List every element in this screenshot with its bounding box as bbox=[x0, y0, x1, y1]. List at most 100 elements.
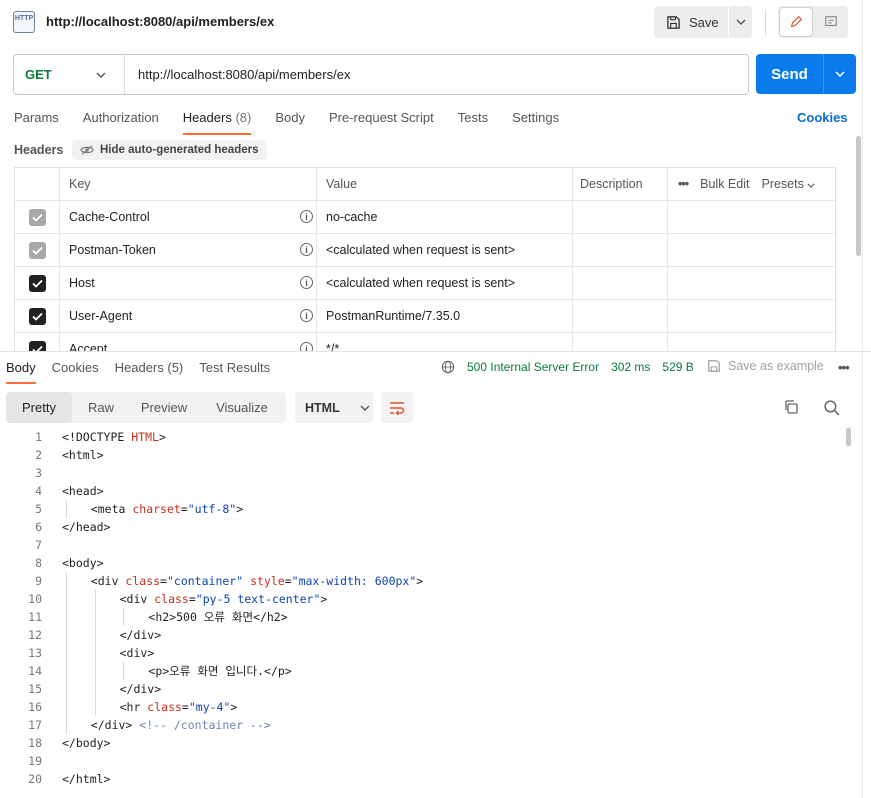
header-value: no-cache bbox=[326, 210, 378, 224]
indent-guide bbox=[94, 608, 96, 626]
bulk-edit-button[interactable]: Bulk Edit bbox=[700, 177, 749, 191]
info-icon[interactable]: i bbox=[300, 243, 313, 256]
header-value-cell[interactable]: */* bbox=[317, 333, 573, 351]
send-options-button[interactable] bbox=[824, 71, 856, 77]
header-value-cell[interactable]: <calculated when request is sent> bbox=[317, 234, 573, 266]
description-input[interactable] bbox=[573, 201, 668, 233]
more-options-icon[interactable]: ••• bbox=[678, 177, 689, 191]
header-key-cell[interactable]: Host i bbox=[60, 267, 317, 299]
method-select[interactable]: GET bbox=[14, 55, 125, 94]
header-key-cell[interactable]: Postman-Token i bbox=[60, 234, 317, 266]
table-row: User-Agent i PostmanRuntime/7.35.0 bbox=[15, 300, 835, 333]
scrollbar[interactable] bbox=[856, 136, 861, 256]
header-description-cell[interactable] bbox=[573, 333, 835, 351]
response-tab-cookies[interactable]: Cookies bbox=[52, 360, 99, 384]
response-tab-headers[interactable]: Headers (5) bbox=[115, 360, 184, 384]
copy-button[interactable] bbox=[783, 399, 799, 418]
view-tab-pretty[interactable]: Pretty bbox=[6, 392, 72, 423]
save-label: Save bbox=[689, 14, 719, 30]
code-token: <div bbox=[90, 574, 126, 588]
send-button[interactable]: Send bbox=[756, 54, 856, 94]
response-size[interactable]: 529 B bbox=[662, 360, 693, 374]
tab-label: Tests bbox=[457, 110, 489, 125]
tab-settings[interactable]: Settings bbox=[512, 110, 559, 135]
header-value: <calculated when request is sent> bbox=[326, 243, 516, 257]
docs-mode-button[interactable] bbox=[814, 6, 848, 38]
indent-guide bbox=[94, 590, 96, 608]
chevron-down-icon bbox=[736, 19, 745, 25]
more-options-icon[interactable]: ••• bbox=[838, 360, 850, 375]
response-time[interactable]: 302 ms bbox=[611, 360, 650, 374]
code-line: 16 <hr class="my-4"> bbox=[0, 698, 840, 716]
code-token: <p> bbox=[148, 664, 170, 678]
code-token: </div> bbox=[119, 682, 162, 696]
view-tab-raw[interactable]: Raw bbox=[72, 392, 130, 423]
header-key-cell[interactable]: Cache-Control i bbox=[60, 201, 317, 233]
globe-icon[interactable] bbox=[441, 360, 455, 374]
header-value-cell[interactable]: <calculated when request is sent> bbox=[317, 267, 573, 299]
table-header-row: Key Value Description ••• Bulk Edit Pres… bbox=[15, 168, 835, 201]
description-input[interactable] bbox=[573, 333, 668, 351]
indent-guide bbox=[66, 680, 67, 698]
search-button[interactable] bbox=[823, 399, 840, 419]
presets-button[interactable]: Presets bbox=[761, 177, 815, 191]
header-description-cell[interactable] bbox=[573, 300, 835, 332]
header-checkbox[interactable] bbox=[28, 241, 46, 259]
code-text: </div> <!-- /container --> bbox=[91, 716, 271, 734]
header-key-cell[interactable]: Accept i bbox=[60, 333, 317, 351]
header-checkbox[interactable] bbox=[28, 340, 46, 351]
header-checkbox[interactable] bbox=[28, 307, 46, 325]
request-title[interactable]: http://localhost:8080/api/members/ex bbox=[46, 14, 274, 29]
tab-params[interactable]: Params bbox=[14, 110, 59, 135]
view-tab-visualize[interactable]: Visualize bbox=[198, 392, 286, 423]
response-tab-body[interactable]: Body bbox=[6, 360, 36, 384]
header-value-cell[interactable]: PostmanRuntime/7.35.0 bbox=[317, 300, 573, 332]
header-checkbox-cell bbox=[15, 267, 60, 299]
description-input[interactable] bbox=[573, 267, 668, 299]
status-badge[interactable]: 500 Internal Server Error bbox=[467, 360, 599, 374]
header-value-cell[interactable]: no-cache bbox=[317, 201, 573, 233]
tab-headers[interactable]: Headers (8) bbox=[182, 110, 252, 135]
code-line: 5 <meta charset="utf-8"> bbox=[0, 500, 840, 518]
header-description-cell[interactable] bbox=[573, 234, 835, 266]
description-input[interactable] bbox=[573, 234, 668, 266]
save-button[interactable]: Save bbox=[654, 6, 728, 38]
cookies-link[interactable]: Cookies bbox=[797, 110, 848, 125]
info-icon[interactable]: i bbox=[300, 210, 313, 223]
header-checkbox[interactable] bbox=[28, 274, 46, 292]
wrap-lines-button[interactable] bbox=[381, 392, 413, 423]
tab-body[interactable]: Body bbox=[275, 110, 305, 135]
tab-label: Test Results bbox=[199, 360, 271, 375]
scrollbar[interactable] bbox=[846, 428, 851, 446]
response-tab-test-results[interactable]: Test Results bbox=[199, 360, 270, 384]
info-icon[interactable]: i bbox=[300, 342, 313, 351]
tab-authorization[interactable]: Authorization bbox=[83, 110, 159, 135]
format-select[interactable]: HTML bbox=[295, 392, 373, 423]
code-text: </div> bbox=[120, 680, 162, 698]
header-description-cell[interactable] bbox=[573, 201, 835, 233]
tab-tests[interactable]: Tests bbox=[458, 110, 488, 135]
line-number: 15 bbox=[28, 682, 42, 696]
code-token: <head> bbox=[62, 484, 104, 498]
view-tab-preview[interactable]: Preview bbox=[130, 392, 198, 423]
comment-icon bbox=[825, 16, 837, 27]
header-description-cell[interactable] bbox=[573, 267, 835, 299]
edit-mode-button[interactable] bbox=[779, 7, 813, 37]
tab-pre-request-script[interactable]: Pre-request Script bbox=[329, 110, 434, 135]
info-icon[interactable]: i bbox=[300, 309, 313, 322]
header-key-cell[interactable]: User-Agent i bbox=[60, 300, 317, 332]
hide-auto-label: Hide auto-generated headers bbox=[100, 144, 259, 156]
header-checkbox[interactable] bbox=[28, 208, 46, 226]
pane-divider[interactable] bbox=[0, 351, 871, 352]
info-icon[interactable]: i bbox=[300, 276, 313, 289]
url-input[interactable] bbox=[125, 67, 725, 82]
table-row: Cache-Control i no-cache bbox=[15, 201, 835, 234]
eye-off-icon bbox=[80, 145, 94, 155]
save-as-example-button[interactable]: Save as example bbox=[707, 359, 824, 373]
save-options-button[interactable] bbox=[729, 6, 752, 38]
response-body-code[interactable]: 1 <!DOCTYPE HTML> 2 <html> 3 4 <head> 5 <meta ch… bbox=[0, 428, 840, 788]
indent-guide bbox=[66, 590, 67, 608]
header-key: Cache-Control bbox=[69, 210, 150, 224]
hide-auto-generated-button[interactable]: Hide auto-generated headers bbox=[72, 140, 268, 160]
description-input[interactable] bbox=[573, 300, 668, 332]
